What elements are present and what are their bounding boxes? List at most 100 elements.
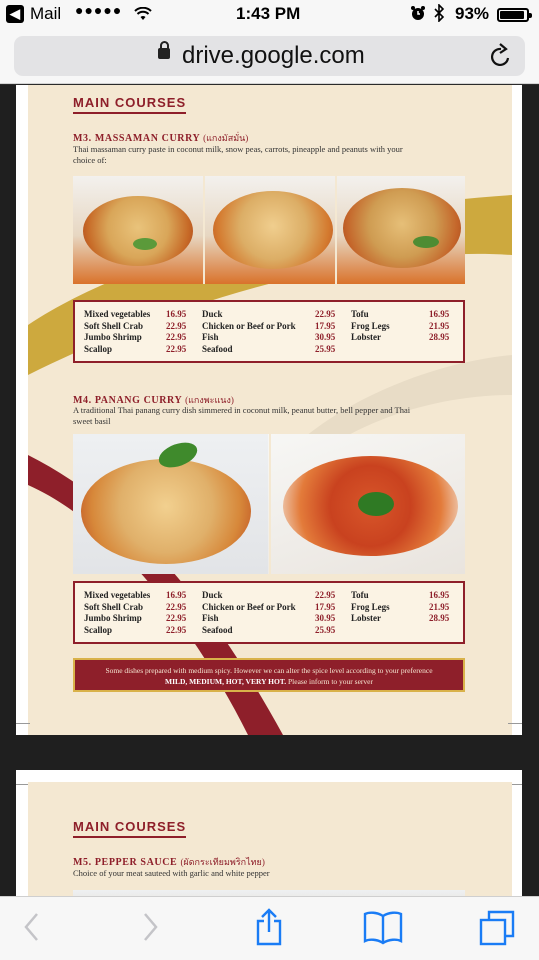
price-item-name: Soft Shell Crab bbox=[84, 601, 144, 612]
price-item-name: Seafood bbox=[202, 343, 233, 354]
price-value: 30.95 bbox=[315, 332, 336, 342]
address-bar[interactable]: drive.google.com bbox=[14, 36, 525, 76]
back-arrow-icon[interactable]: ◀ bbox=[6, 5, 24, 23]
photo-divider bbox=[335, 176, 337, 284]
price-box: Mixed vegetables 16.95 Soft Shell Crab 22.… bbox=[73, 300, 465, 363]
price-column: Tofu 16.95 Frog Legs 21.95 Lobster 28.95 bbox=[351, 309, 461, 344]
price-value: 22.95 bbox=[166, 613, 187, 623]
price-row: Soft Shell Crab 22.95 bbox=[84, 602, 194, 614]
price-item-name: Chicken or Beef or Pork bbox=[202, 601, 296, 612]
food-photo bbox=[83, 196, 193, 266]
price-value: 28.95 bbox=[429, 613, 450, 623]
price-row: Seafood 25.95 bbox=[202, 344, 347, 356]
price-value: 22.95 bbox=[166, 601, 187, 612]
food-photo bbox=[343, 188, 461, 268]
dish-name: M3. MASSAMAN CURRY bbox=[73, 133, 201, 144]
battery-percent: 93% bbox=[455, 4, 490, 23]
status-bar: ◀ Mail ●●●●● 1:43 PM 93% bbox=[0, 0, 539, 30]
price-item-name: Jumbo Shrimp bbox=[84, 332, 142, 342]
price-item-name: Jumbo Shrimp bbox=[84, 613, 142, 623]
price-value: 25.95 bbox=[315, 624, 336, 635]
price-value: 16.95 bbox=[429, 590, 450, 600]
crop-mark bbox=[508, 723, 522, 724]
food-photo bbox=[213, 191, 333, 269]
address-bar-area: drive.google.com bbox=[0, 30, 539, 84]
menu-page-1: MAIN COURSES M3. MASSAMAN CURRY (แกงมัสม… bbox=[16, 85, 522, 735]
dish-title-massaman: M3. MASSAMAN CURRY (แกงมัสมั่น) bbox=[73, 131, 248, 145]
price-item-name: Frog Legs bbox=[351, 320, 390, 331]
price-item-name: Fish bbox=[202, 332, 219, 342]
notice-spice-levels: MILD, MEDIUM, HOT, VERY HOT. bbox=[165, 677, 287, 686]
price-value: 22.95 bbox=[315, 590, 336, 600]
dish-photo-massaman bbox=[73, 176, 465, 284]
spice-notice: Some dishes prepared with medium spicy. … bbox=[73, 658, 465, 692]
battery-icon bbox=[497, 8, 532, 22]
price-item-name: Frog Legs bbox=[351, 601, 390, 612]
section-title: MAIN COURSES bbox=[73, 95, 187, 114]
price-row: Lobster 28.95 bbox=[351, 332, 461, 344]
dish-thai-name: (แกงพะแนง) bbox=[185, 395, 234, 405]
section-title: MAIN COURSES bbox=[73, 819, 187, 838]
garnish bbox=[413, 236, 439, 248]
price-column: Tofu 16.95 Frog Legs 21.95 Lobster 28.95 bbox=[351, 590, 461, 625]
price-value: 22.95 bbox=[166, 332, 187, 342]
price-row: Soft Shell Crab 22.95 bbox=[84, 321, 194, 333]
reload-icon[interactable] bbox=[489, 43, 513, 74]
dish-thai-name: (ผัดกระเทียมพริกไทย) bbox=[180, 857, 265, 867]
price-value: 16.95 bbox=[166, 309, 187, 319]
food-photo bbox=[81, 459, 251, 564]
price-item-name: Scallop bbox=[84, 624, 113, 635]
price-row: Tofu 16.95 bbox=[351, 590, 461, 602]
notice-text: Some dishes prepared with medium spicy. … bbox=[105, 666, 433, 675]
price-row: Frog Legs 21.95 bbox=[351, 602, 461, 614]
document-viewer[interactable]: MAIN COURSES M3. MASSAMAN CURRY (แกงมัสม… bbox=[0, 85, 539, 896]
photo-divider bbox=[203, 176, 205, 284]
price-row: Frog Legs 21.95 bbox=[351, 321, 461, 333]
price-row: Mixed vegetables 16.95 bbox=[84, 309, 194, 321]
price-item-name: Scallop bbox=[84, 343, 113, 354]
price-value: 17.95 bbox=[315, 320, 336, 331]
dish-thai-name: (แกงมัสมั่น) bbox=[203, 133, 249, 143]
tabs-icon[interactable] bbox=[478, 909, 516, 952]
photo-divider bbox=[269, 434, 271, 574]
price-item-name: Duck bbox=[202, 590, 223, 600]
price-row: Duck 22.95 bbox=[202, 590, 347, 602]
price-item-name: Tofu bbox=[351, 309, 369, 319]
price-row: Tofu 16.95 bbox=[351, 309, 461, 321]
price-item-name: Chicken or Beef or Pork bbox=[202, 320, 296, 331]
dish-title-pepper: M5. PEPPER SAUCE (ผัดกระเทียมพริกไทย) bbox=[73, 855, 265, 869]
back-app-label[interactable]: Mail bbox=[30, 4, 61, 24]
bluetooth-icon bbox=[433, 3, 445, 27]
price-box: Mixed vegetables 16.95 Soft Shell Crab 22.… bbox=[73, 581, 465, 644]
price-value: 17.95 bbox=[315, 601, 336, 612]
dish-name: M5. PEPPER SAUCE bbox=[73, 857, 178, 868]
price-value: 21.95 bbox=[429, 320, 450, 331]
price-row: Fish 30.95 bbox=[202, 613, 347, 625]
share-icon[interactable] bbox=[253, 907, 285, 952]
price-item-name: Mixed vegetables bbox=[84, 590, 151, 600]
price-row: Jumbo Shrimp 22.95 bbox=[84, 332, 194, 344]
price-item-name: Tofu bbox=[351, 590, 369, 600]
bookmarks-icon[interactable] bbox=[362, 909, 404, 950]
price-row: Scallop 22.95 bbox=[84, 344, 194, 356]
wifi-icon bbox=[134, 6, 152, 26]
price-value: 16.95 bbox=[166, 590, 187, 600]
url-text[interactable]: drive.google.com bbox=[182, 42, 365, 70]
price-item-name: Mixed vegetables bbox=[84, 309, 151, 319]
price-column: Mixed vegetables 16.95 Soft Shell Crab 22.… bbox=[84, 590, 194, 636]
chevron-right-icon[interactable] bbox=[140, 911, 160, 948]
lock-icon bbox=[158, 41, 170, 59]
dish-description: Thai massaman curry paste in coconut mil… bbox=[73, 144, 403, 165]
notice-text-2: MILD, MEDIUM, HOT, VERY HOT. Please info… bbox=[75, 676, 463, 687]
chevron-left-icon[interactable] bbox=[22, 911, 42, 948]
browser-toolbar bbox=[0, 896, 539, 960]
signal-strength-icon: ●●●●● bbox=[75, 2, 123, 18]
price-item-name: Soft Shell Crab bbox=[84, 320, 144, 331]
price-row: Fish 30.95 bbox=[202, 332, 347, 344]
price-value: 22.95 bbox=[166, 320, 187, 331]
price-row: Chicken or Beef or Pork 17.95 bbox=[202, 602, 347, 614]
price-row: Jumbo Shrimp 22.95 bbox=[84, 613, 194, 625]
menu-paper: MAIN COURSES M3. MASSAMAN CURRY (แกงมัสม… bbox=[28, 85, 512, 735]
alarm-icon bbox=[410, 5, 426, 26]
dish-description: A traditional Thai panang curry dish sim… bbox=[73, 405, 411, 426]
